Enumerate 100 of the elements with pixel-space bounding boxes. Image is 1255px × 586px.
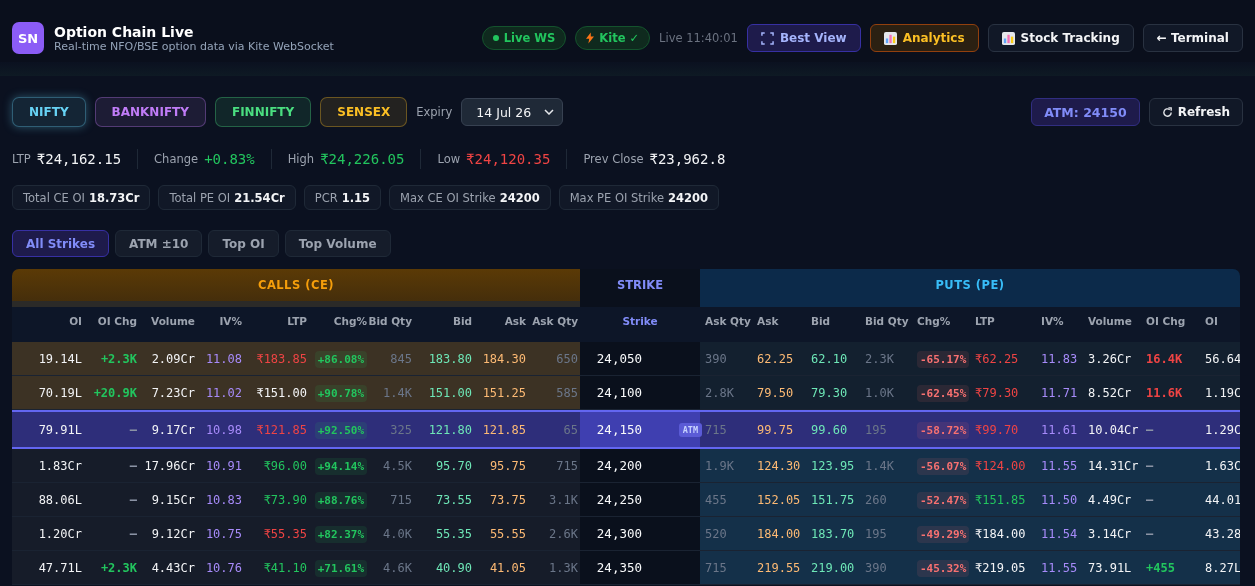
oi-cell: 44.01 (1205, 492, 1240, 507)
app-logo: SN (12, 22, 44, 54)
ask-cell: 62.25 (757, 351, 794, 366)
ask-qty-cell: 585 (556, 385, 578, 400)
column-header: Bid (811, 314, 832, 327)
bid-qty-cell: 4.6K (383, 560, 412, 575)
oi-cell: 1.19C (1205, 385, 1240, 400)
ask-qty-cell: 715 (705, 560, 727, 575)
oi-change-cell: — (129, 422, 137, 437)
ask-cell: 219.55 (757, 560, 801, 575)
quote-value: +0.83% (204, 151, 255, 167)
change-percent-badge: +86.08% (314, 350, 367, 368)
filter-tab[interactable]: Top Volume (284, 230, 391, 257)
column-header: Ask Qty (531, 314, 578, 327)
column-header: OI Chg (96, 314, 137, 327)
oi-cell: 56.64 (1205, 351, 1240, 366)
bid-cell: 73.55 (435, 492, 472, 507)
column-header: OI (68, 314, 82, 327)
header-button[interactable]: Analytics (869, 24, 979, 52)
strike-cell: 24,200 (596, 458, 642, 473)
filter-tab[interactable]: ATM ±10 (115, 230, 203, 257)
volume-cell: 14.31Cr (1088, 458, 1139, 473)
strike-cell: 24,050 (596, 351, 642, 366)
bar-chart-icon (883, 31, 897, 45)
ltp-cell: ₹124.00 (975, 458, 1026, 473)
change-percent-badge: +92.50% (314, 421, 367, 439)
strike-cell: 24,100 (596, 385, 642, 400)
volume-cell: 9.17Cr (151, 422, 195, 437)
oi-cell: 8.27L (1205, 560, 1240, 575)
column-header: Bid Qty (865, 314, 910, 327)
oi-cell: 19.14L (38, 351, 82, 366)
header-button[interactable]: Best View (746, 24, 861, 52)
ask-cell: 121.85 (482, 422, 526, 437)
ltp-cell: ₹55.35 (263, 526, 307, 541)
change-percent-badge: -65.17% (917, 350, 970, 368)
change-percent-badge: -56.07% (917, 457, 970, 475)
volume-cell: 2.09Cr (151, 351, 195, 366)
bid-qty-cell: 4.5K (383, 458, 412, 473)
ask-qty-cell: 650 (556, 351, 578, 366)
index-tab[interactable]: NIFTY (12, 97, 86, 127)
oi-change-cell: 11.6K (1146, 385, 1183, 400)
bid-qty-cell: 4.0K (383, 526, 412, 541)
filter-tab[interactable]: All Strikes (12, 230, 110, 257)
index-tab[interactable]: BANKNIFTY (94, 97, 206, 127)
ask-qty-cell: 715 (705, 422, 727, 437)
iv-cell: 10.76 (205, 560, 242, 575)
change-percent-badge: +88.76% (314, 491, 367, 509)
iv-cell: 11.50 (1041, 492, 1078, 507)
quote-label: LTP (12, 152, 31, 166)
bid-cell: 40.90 (435, 560, 472, 575)
connection-status: Live WS (481, 26, 567, 50)
filter-tab[interactable]: Top OI (208, 230, 279, 257)
ask-cell: 151.25 (482, 385, 526, 400)
quote-label: Prev Close (583, 152, 644, 166)
oi-cell: 88.06L (38, 492, 82, 507)
column-header: OI Chg (1146, 314, 1187, 327)
bid-cell: 99.60 (811, 422, 848, 437)
summary-chip: Max CE OI Strike 24200 (389, 185, 551, 210)
header-button[interactable]: ← Terminal (1142, 24, 1243, 52)
bid-qty-cell: 1.4K (865, 458, 894, 473)
iv-cell: 10.98 (205, 422, 242, 437)
column-header: Ask (503, 314, 526, 327)
calls-heading: CALLS (CE) (257, 278, 335, 292)
column-header: Strike (622, 314, 658, 327)
iv-cell: 11.83 (1041, 351, 1078, 366)
volume-cell: 73.91L (1088, 560, 1132, 575)
oi-cell: 1.63C (1205, 458, 1240, 473)
ask-cell: 184.00 (757, 526, 801, 541)
ask-cell: 55.55 (489, 526, 526, 541)
index-tab[interactable]: FINNIFTY (214, 97, 312, 127)
atm-badge: ATM: 24150 (1031, 98, 1140, 126)
ask-qty-cell: 715 (556, 458, 578, 473)
oi-change-cell: +455 (1146, 560, 1175, 575)
oi-change-cell: +2.3K (100, 351, 137, 366)
refresh-button[interactable]: Refresh (1148, 98, 1243, 126)
ask-cell: 41.05 (489, 560, 526, 575)
frame-corners-icon (760, 31, 774, 45)
column-header: Volume (150, 314, 195, 327)
expiry-select[interactable]: 14 Jul 26 (461, 98, 564, 126)
bid-cell: 79.30 (811, 385, 848, 400)
change-percent-badge: -58.72% (917, 421, 970, 439)
bid-cell: 183.80 (428, 351, 472, 366)
ask-qty-cell: 390 (705, 351, 727, 366)
ask-qty-cell: 1.3K (549, 560, 578, 575)
bid-qty-cell: 2.3K (865, 351, 894, 366)
ltp-cell: ₹121.85 (256, 422, 307, 437)
broker-status: Kite ✓ (575, 26, 651, 50)
bid-cell: 183.70 (811, 526, 855, 541)
column-header: Chg% (332, 314, 367, 327)
column-header: Chg% (917, 314, 952, 327)
header-button[interactable]: Stock Tracking (987, 24, 1134, 52)
strike-heading: STRIKE (617, 278, 663, 292)
iv-cell: 11.55 (1041, 560, 1078, 575)
index-tab[interactable]: SENSEX (320, 97, 408, 127)
quote-label: High (287, 152, 315, 166)
oi-change-cell: — (1146, 492, 1154, 507)
quote-value: ₹24,120.35 (466, 151, 551, 167)
iv-cell: 11.55 (1041, 458, 1078, 473)
summary-chip: Total PE OI 21.54Cr (158, 185, 296, 210)
bid-cell: 95.70 (435, 458, 472, 473)
